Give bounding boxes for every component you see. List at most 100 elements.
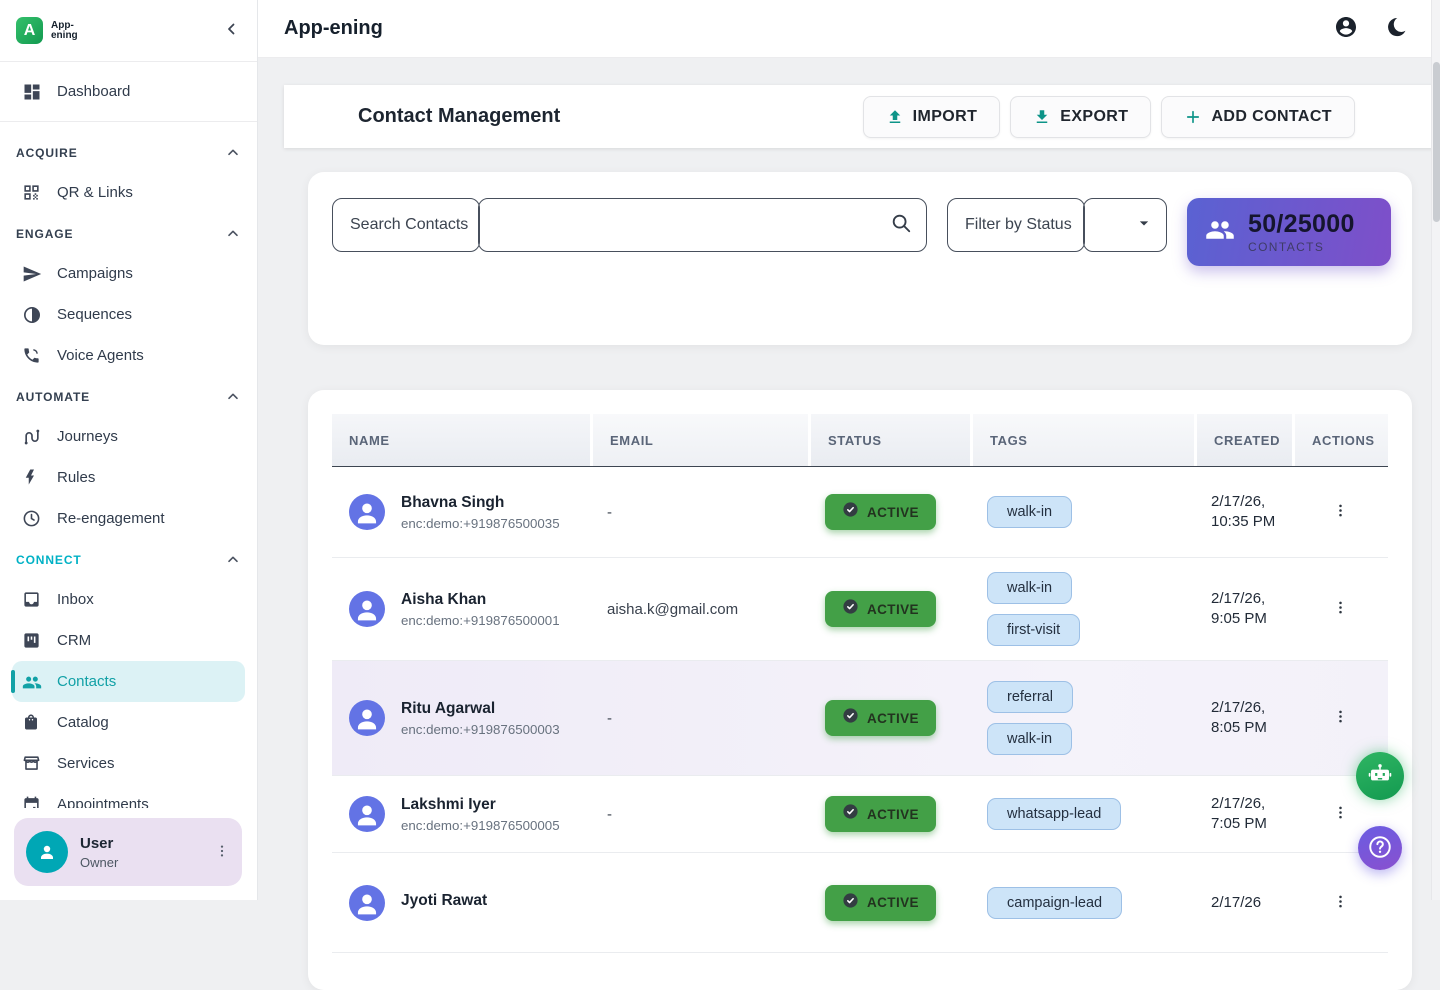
sidebar-dashboard-wrap: Dashboard bbox=[0, 62, 257, 122]
status-badge: ACTIVE bbox=[825, 796, 936, 832]
sidebar-item-contacts[interactable]: Contacts bbox=[12, 661, 245, 702]
chevron-up-icon bbox=[225, 552, 241, 568]
journeys-route-icon bbox=[22, 427, 42, 447]
column-header-created: CREATED bbox=[1194, 414, 1292, 466]
moon-icon bbox=[1386, 16, 1408, 41]
inbox-icon bbox=[22, 590, 42, 610]
created-date: 2/17/26, bbox=[1211, 794, 1265, 814]
section-header-connect[interactable]: CONNECT bbox=[12, 541, 245, 579]
contact-email: - bbox=[607, 806, 612, 823]
sidebar-item-campaigns[interactable]: Campaigns bbox=[12, 253, 245, 294]
tag-pill: whatsapp-lead bbox=[987, 798, 1121, 830]
dark-mode-toggle[interactable] bbox=[1386, 16, 1408, 41]
sidebar-item-re-engagement[interactable]: Re-engagement bbox=[12, 498, 245, 539]
page-title: App-ening bbox=[284, 17, 383, 40]
sidebar-item-label: Re-engagement bbox=[57, 510, 165, 527]
sidebar-item-voice-agents[interactable]: Voice Agents bbox=[12, 335, 245, 376]
more-vert-icon bbox=[1332, 804, 1349, 824]
row-actions-button[interactable] bbox=[1326, 887, 1355, 919]
sidebar-item-label: Dashboard bbox=[57, 83, 130, 100]
sidebar-item-sequences[interactable]: Sequences bbox=[12, 294, 245, 335]
contact-name: Aisha Khan bbox=[401, 591, 560, 609]
sidebar-item-crm[interactable]: CRM bbox=[12, 620, 245, 661]
contact-name: Jyoti Rawat bbox=[401, 892, 487, 910]
sidebar-item-label: Campaigns bbox=[57, 265, 133, 282]
column-header-name: NAME bbox=[332, 414, 590, 466]
section-header-acquire[interactable]: ACQUIRE bbox=[12, 134, 245, 172]
page-scrollbar[interactable] bbox=[1431, 0, 1440, 900]
sidebar-item-catalog[interactable]: Catalog bbox=[12, 702, 245, 743]
row-actions-button[interactable] bbox=[1326, 798, 1355, 830]
sidebar-item-services[interactable]: Services bbox=[12, 743, 245, 784]
account-button[interactable] bbox=[1334, 15, 1358, 42]
check-circle-icon bbox=[842, 892, 859, 914]
tag-pill: first-visit bbox=[987, 614, 1080, 646]
contact-phone: enc:demo:+919876500001 bbox=[401, 613, 560, 628]
qr-code-icon bbox=[22, 183, 42, 203]
more-vert-icon bbox=[1332, 708, 1349, 728]
sidebar-item-rules[interactable]: Rules bbox=[12, 457, 245, 498]
search-input[interactable] bbox=[492, 199, 772, 251]
created-time: 8:05 PM bbox=[1211, 718, 1267, 738]
chevron-left-icon bbox=[223, 20, 241, 41]
sidebar-item-label: Services bbox=[57, 755, 115, 772]
sidebar-item-qr-links[interactable]: QR & Links bbox=[12, 172, 245, 213]
sidebar: A App- ening Dashboard ACQUIRE bbox=[0, 0, 258, 900]
row-actions-button[interactable] bbox=[1326, 593, 1355, 625]
chevron-up-icon bbox=[225, 145, 241, 161]
chevron-up-icon bbox=[225, 226, 241, 242]
sidebar-item-label: Journeys bbox=[57, 428, 118, 445]
contacts-table: NAME EMAIL STATUS TAGS CREATED ACTIONS B… bbox=[308, 390, 1412, 990]
scrollbar-thumb[interactable] bbox=[1433, 62, 1440, 222]
import-button[interactable]: IMPORT bbox=[863, 96, 1001, 138]
avatar bbox=[349, 591, 385, 627]
row-actions-button[interactable] bbox=[1326, 702, 1355, 734]
export-button[interactable]: EXPORT bbox=[1010, 96, 1151, 138]
sidebar-item-label: Inbox bbox=[57, 591, 94, 608]
contact-name: Ritu Agarwal bbox=[401, 700, 560, 718]
sidebar-item-label: CRM bbox=[57, 632, 91, 649]
sidebar-logo-row: A App- ening bbox=[0, 0, 257, 62]
sidebar-collapse-button[interactable] bbox=[223, 20, 241, 41]
sidebar-item-label: Catalog bbox=[57, 714, 109, 731]
catalog-bag-icon bbox=[22, 713, 42, 733]
help-fab[interactable] bbox=[1358, 826, 1402, 870]
sidebar-item-inbox[interactable]: Inbox bbox=[12, 579, 245, 620]
row-actions-button[interactable] bbox=[1326, 496, 1355, 528]
user-menu-button[interactable] bbox=[214, 843, 230, 862]
search-field-label: Search Contacts bbox=[333, 216, 468, 234]
sidebar-item-dashboard[interactable]: Dashboard bbox=[12, 71, 245, 112]
status-filter-select[interactable]: Filter by Status bbox=[947, 198, 1167, 252]
chatbot-fab[interactable] bbox=[1356, 752, 1404, 800]
section-header-automate[interactable]: AUTOMATE bbox=[12, 378, 245, 416]
more-vert-icon bbox=[1332, 893, 1349, 913]
upload-icon bbox=[886, 108, 904, 126]
dropdown-arrow-icon bbox=[1134, 213, 1154, 238]
check-circle-icon bbox=[842, 598, 859, 620]
check-circle-icon bbox=[842, 707, 859, 729]
contacts-people-icon bbox=[22, 672, 42, 692]
rules-bolt-icon bbox=[22, 468, 42, 488]
search-icon bbox=[890, 212, 912, 239]
app-logo: A bbox=[16, 17, 43, 44]
created-date: 2/17/26, bbox=[1211, 589, 1265, 609]
sidebar-footer: User Owner bbox=[0, 808, 256, 900]
section-header-engage[interactable]: ENGAGE bbox=[12, 215, 245, 253]
created-date: 2/17/26 bbox=[1211, 893, 1261, 913]
dashboard-icon bbox=[22, 82, 42, 102]
sidebar-nav: ACQUIRE QR & Links ENGAGE Campaigns bbox=[0, 134, 257, 825]
add-contact-button[interactable]: ADD CONTACT bbox=[1161, 96, 1355, 138]
section-title: Contact Management bbox=[358, 105, 560, 128]
table-row: Aisha Khan enc:demo:+919876500001 aisha.… bbox=[332, 558, 1388, 661]
avatar bbox=[349, 796, 385, 832]
contact-toolbar: Contact Management IMPORT EXPORT ADD CON… bbox=[284, 85, 1440, 148]
status-filter-label: Filter by Status bbox=[948, 216, 1072, 234]
tag-pill: walk-in bbox=[987, 723, 1072, 755]
account-icon bbox=[1334, 15, 1358, 42]
sidebar-item-label: Contacts bbox=[57, 673, 116, 690]
sidebar-item-journeys[interactable]: Journeys bbox=[12, 416, 245, 457]
user-card: User Owner bbox=[14, 818, 242, 886]
user-name: User bbox=[80, 835, 113, 852]
more-vert-icon bbox=[1332, 502, 1349, 522]
contact-name: Lakshmi Iyer bbox=[401, 796, 560, 814]
